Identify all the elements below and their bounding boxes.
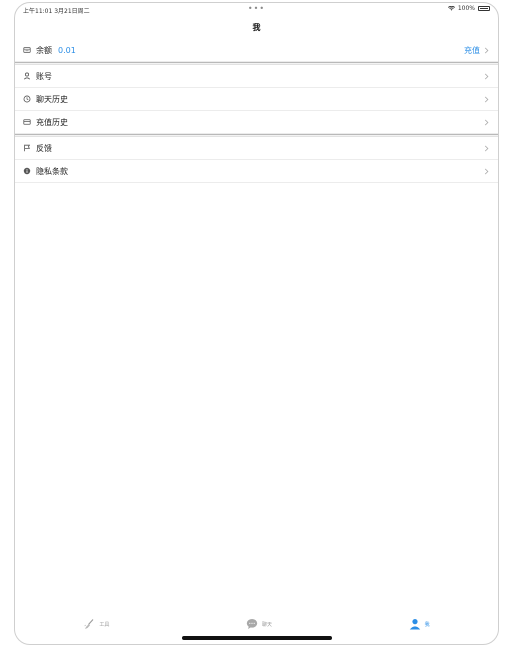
flag-icon — [22, 144, 31, 153]
chat-bubble-icon — [246, 619, 258, 629]
battery-percent: 100% — [457, 5, 475, 12]
page-title: 我 — [252, 23, 261, 32]
status-bar: 上午11:01 3月21日周二 ••• 100% — [15, 3, 498, 17]
status-right: 100% — [447, 5, 490, 12]
menu-item-label: 隐私条款 — [36, 166, 68, 176]
chevron-right-icon — [484, 88, 489, 110]
tab-chat[interactable]: 聊天 — [246, 610, 272, 630]
device-frame: 上午11:01 3月21日周二 ••• 100% 我 余额 0.01 充值 账号… — [14, 2, 499, 645]
tab-tools[interactable]: 工具 — [83, 610, 109, 630]
menu-item-label: 反馈 — [36, 143, 52, 153]
info-icon — [22, 167, 31, 176]
recharge-link[interactable]: 充值 — [464, 45, 480, 56]
balance-label: 余额 — [36, 45, 52, 55]
broom-icon — [84, 619, 94, 629]
card-icon — [22, 118, 31, 127]
chevron-right-icon — [484, 160, 489, 182]
menu-item-label: 账号 — [36, 71, 52, 81]
menu-item-feedback[interactable]: 反馈 — [15, 137, 498, 160]
menu-item-label: 聊天历史 — [36, 94, 68, 104]
tab-label: 聊天 — [261, 621, 272, 628]
balance-row[interactable]: 余额 0.01 充值 — [15, 39, 498, 62]
menu-item-account[interactable]: 账号 — [15, 65, 498, 88]
tab-label: 我 — [424, 621, 430, 628]
person-icon — [22, 72, 31, 81]
tab-me[interactable]: 我 — [409, 610, 430, 630]
home-indicator[interactable] — [181, 636, 332, 640]
balance-value: 0.01 — [58, 45, 76, 55]
multitasking-dots[interactable]: ••• — [15, 4, 498, 13]
chevron-right-icon — [484, 39, 489, 61]
clock-icon — [22, 95, 31, 104]
tab-label: 工具 — [99, 621, 110, 628]
chevron-right-icon — [484, 65, 489, 87]
chevron-right-icon — [484, 137, 489, 159]
menu-item-recharge-history[interactable]: 充值历史 — [15, 111, 498, 134]
wallet-icon — [22, 46, 31, 55]
wifi-icon — [447, 6, 455, 11]
menu-item-chat-history[interactable]: 聊天历史 — [15, 88, 498, 111]
menu-item-label: 充值历史 — [36, 117, 68, 127]
battery-icon — [478, 6, 490, 11]
menu-item-privacy-policy[interactable]: 隐私条款 — [15, 160, 498, 183]
person-icon — [409, 619, 420, 630]
chevron-right-icon — [484, 111, 489, 133]
